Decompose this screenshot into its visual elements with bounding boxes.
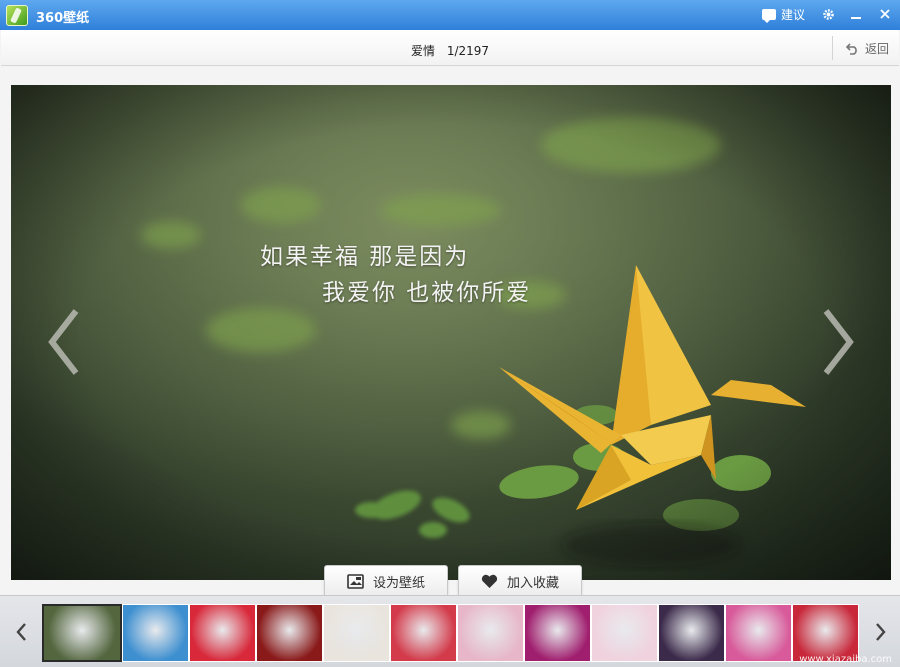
set-wallpaper-button[interactable]: 设为壁纸: [324, 565, 448, 598]
previous-image-button[interactable]: [46, 307, 80, 377]
chat-bubble-icon: [762, 8, 776, 23]
chevron-right-icon: [876, 623, 886, 641]
next-image-button[interactable]: [822, 307, 856, 377]
chevron-right-icon: [823, 309, 854, 375]
thumbnail-dolphins[interactable]: [122, 604, 189, 662]
thumbnail-list: [42, 604, 860, 662]
chevron-left-icon: [48, 309, 79, 375]
app-title: 360壁纸: [36, 11, 90, 26]
thumbnail-red-cupcakes[interactable]: [390, 604, 457, 662]
set-wallpaper-label: 设为壁纸: [372, 576, 425, 591]
add-favorite-label: 加入收藏: [506, 576, 559, 591]
app-logo-icon: [6, 5, 28, 26]
category-label: 爱情: [410, 44, 435, 58]
gear-icon: [822, 9, 834, 20]
divider: [832, 36, 833, 60]
viewer-header: 爱情 1/2197 返回: [1, 30, 899, 66]
image-counter: 1/2197: [446, 44, 490, 58]
image-info: 爱情 1/2197: [1, 42, 899, 59]
close-icon: [880, 9, 890, 19]
paper-crane-scene: [11, 85, 891, 580]
strip-prev-button[interactable]: [12, 620, 32, 644]
thumbnail-paper-crane[interactable]: [42, 604, 122, 662]
back-label: 返回: [864, 42, 889, 56]
minimize-button[interactable]: [846, 4, 866, 24]
suggest-label: 建议: [781, 7, 806, 22]
strip-next-button[interactable]: [870, 620, 890, 644]
thumbnail-strip: www.xiazaiba.com: [0, 595, 900, 667]
quote-line-2: 我爱你 也被你所爱: [322, 280, 532, 306]
add-favorite-button[interactable]: 加入收藏: [458, 565, 582, 598]
thumbnail-red-rose[interactable]: [256, 604, 323, 662]
suggest-button[interactable]: 建议: [762, 6, 806, 23]
title-bar: 360壁纸 建议: [0, 0, 900, 30]
thumbnail-couple-pink[interactable]: [457, 604, 524, 662]
watermark: www.xiazaiba.com: [799, 654, 892, 665]
thumbnail-white-cake[interactable]: [323, 604, 390, 662]
minimize-icon: [851, 17, 861, 19]
close-button[interactable]: [875, 4, 895, 24]
thumbnail-pink-hearts[interactable]: [591, 604, 658, 662]
undo-arrow-icon: [845, 42, 859, 55]
wallpaper-viewer: 如果幸福 那是因为 我爱你 也被你所爱 设为壁纸 加入收藏: [0, 67, 900, 598]
thumbnail-red-pattern[interactable]: [189, 604, 256, 662]
chevron-left-icon: [16, 623, 26, 641]
thumbnail-anime-couple[interactable]: [658, 604, 725, 662]
settings-button[interactable]: [818, 4, 838, 24]
thumbnail-teddy-bears[interactable]: [725, 604, 792, 662]
wallpaper-image: 如果幸福 那是因为 我爱你 也被你所爱: [11, 85, 891, 580]
back-button[interactable]: 返回: [845, 40, 889, 57]
heart-icon: [481, 574, 498, 588]
quote-line-1: 如果幸福 那是因为: [260, 244, 470, 270]
thumbnail-purple-heart[interactable]: [524, 604, 591, 662]
wallpaper-icon: [347, 574, 364, 589]
